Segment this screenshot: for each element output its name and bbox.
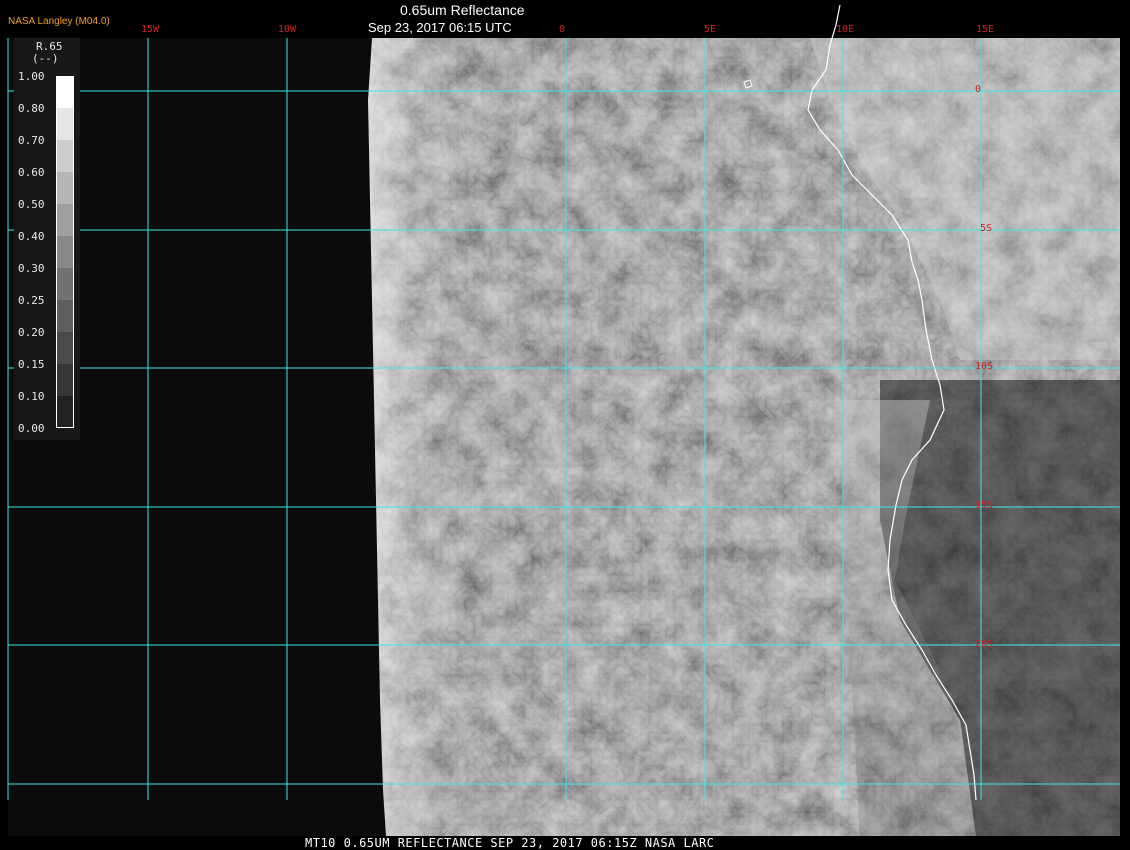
colorbar-swatch	[56, 396, 74, 428]
colorbar-tick: 0.30	[18, 262, 45, 275]
colorbar-tick: 0.10	[18, 390, 45, 403]
image-timestamp: Sep 23, 2017 06:15 UTC	[368, 20, 512, 35]
colorbar-swatch	[56, 268, 74, 300]
colorbar-swatch	[56, 332, 74, 364]
lon-label-10w: 10W	[278, 24, 297, 35]
colorbar-swatches	[56, 76, 74, 428]
colorbar-legend: R.65 (--) 1.00 0.80 0.70 0.60 0.50 0.40 0.30 0.…	[14, 38, 80, 440]
colorbar-tick: 1.00	[18, 70, 45, 83]
colorbar-tick: 0.00	[18, 422, 45, 435]
colorbar-unit: (--)	[32, 52, 59, 65]
lat-label-10s: 10S	[975, 361, 994, 372]
satellite-image-viewer: NASA Langley (M04.0) 0.65um Reflectance …	[0, 0, 1130, 850]
lat-label-20s: 20S	[975, 639, 994, 650]
colorbar-swatch	[56, 364, 74, 396]
colorbar-tick: 0.15	[18, 358, 45, 371]
colorbar-tick: 0.60	[18, 166, 45, 179]
colorbar-tick: 0.40	[18, 230, 45, 243]
colorbar-tick: 0.70	[18, 134, 45, 147]
image-title: 0.65um Reflectance	[400, 2, 525, 18]
colorbar-swatch	[56, 140, 74, 172]
lon-label-15e: 15E	[976, 24, 995, 35]
colorbar-tick: 0.50	[18, 198, 45, 211]
colorbar-tick: 0.25	[18, 294, 45, 307]
credit-label: NASA Langley (M04.0)	[8, 16, 110, 27]
colorbar-tick: 0.80	[18, 102, 45, 115]
product-footer: MT10 0.65UM REFLECTANCE SEP 23, 2017 06:…	[305, 836, 715, 850]
colorbar-swatch	[56, 300, 74, 332]
colorbar-swatch	[56, 236, 74, 268]
reflectance-imagery	[368, 38, 1120, 836]
lat-label-5s: 5S	[980, 223, 993, 234]
lon-label-15w: 15W	[141, 24, 160, 35]
lon-label-5e: 5E	[704, 24, 717, 35]
colorbar-swatch	[56, 108, 74, 140]
colorbar-tick: 0.20	[18, 326, 45, 339]
lon-label-10e: 10E	[836, 24, 855, 35]
lat-label-15s: 15S	[975, 500, 994, 511]
colorbar-swatch	[56, 172, 74, 204]
lon-label-0: 0	[559, 24, 566, 35]
colorbar-swatch	[56, 76, 74, 108]
lat-label-0: 0	[975, 84, 982, 95]
satellite-map	[7, 4, 1120, 836]
colorbar-swatch	[56, 204, 74, 236]
